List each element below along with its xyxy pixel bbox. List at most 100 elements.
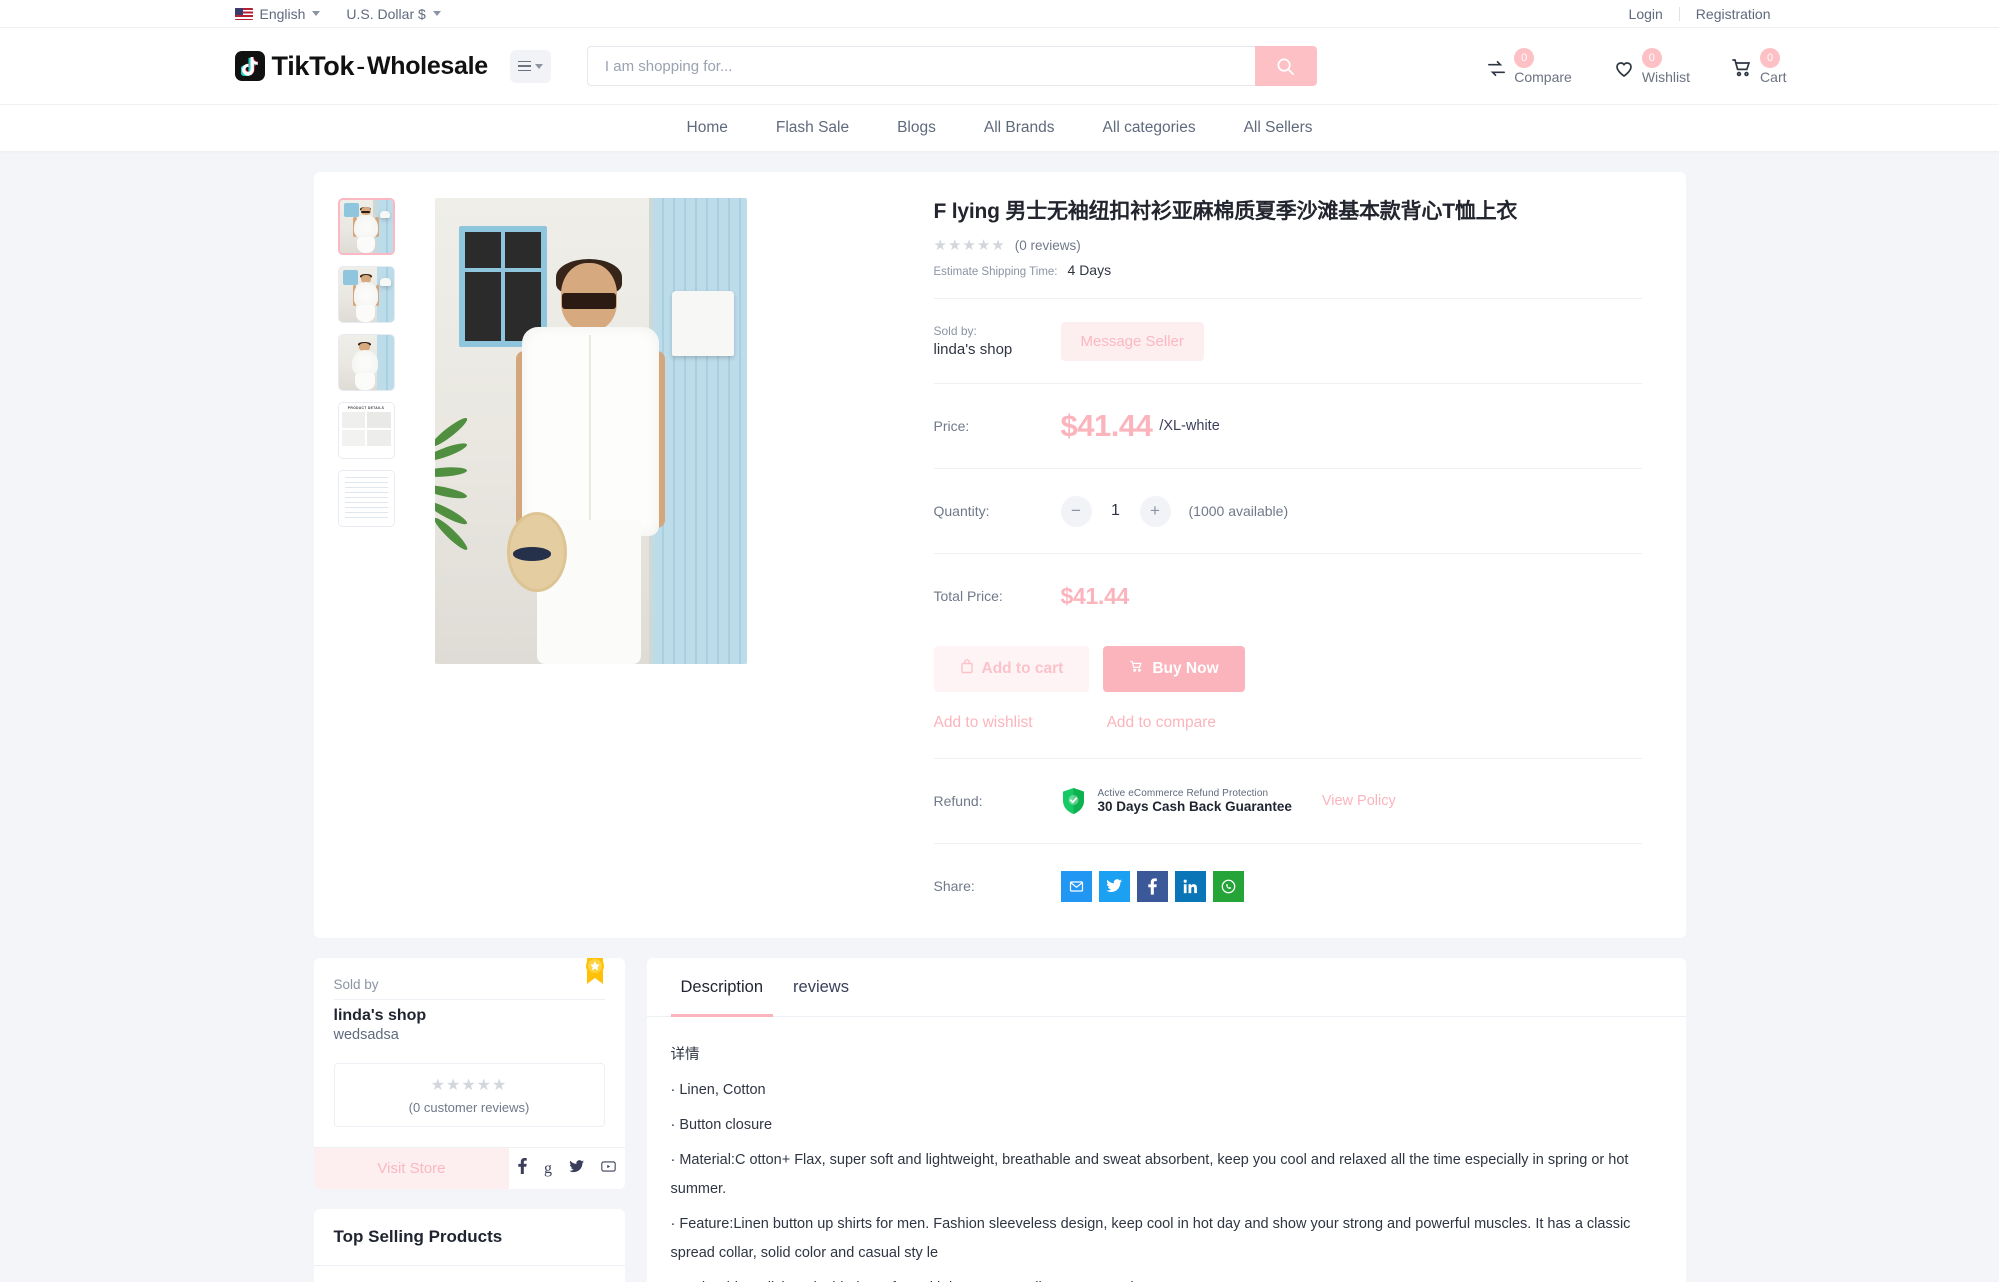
share-email-button[interactable] [1060,870,1092,902]
divider [933,468,1642,470]
divider [933,758,1642,760]
search-input[interactable] [586,46,1255,86]
logo-text-main: TikTok [271,50,355,81]
quantity-decrease-button[interactable]: − [1060,495,1092,527]
seller-card-name[interactable]: linda's shop [334,1007,605,1025]
login-link[interactable]: Login [1613,6,1679,22]
compare-label: Compare [1514,68,1572,85]
refund-badge: Active eCommerce Refund Protection 30 Da… [1061,787,1396,815]
quantity-increase-button[interactable]: + [1139,495,1171,527]
facebook-icon[interactable] [518,1158,527,1179]
wishlist-label: Wishlist [1641,68,1691,85]
twitter-icon[interactable] [568,1159,584,1178]
shipping-estimate: Estimate Shipping Time: 4 Days [934,262,1642,278]
google-icon[interactable]: g [544,1160,552,1178]
product-main-image[interactable] [434,198,747,664]
seller-name[interactable]: linda's shop [934,341,1061,358]
share-linkedin-button[interactable] [1174,870,1206,902]
seller-rating-box: ★★★★★ (0 customer reviews) [333,1063,605,1128]
chevron-down-icon [534,63,543,69]
nav-item-home[interactable]: Home [663,119,752,137]
thumbnail-model-back[interactable] [337,334,395,391]
site-logo[interactable]: TikTok - Wholesale [234,50,488,82]
price-label: Price: [933,418,970,435]
nav-item-all-sellers[interactable]: All Sellers [1220,119,1337,137]
heart-icon [1612,56,1636,85]
secondary-links: Add to wishlist Add to compare [934,714,1642,732]
price-variant: /XL-white [1159,418,1220,435]
product-rating: ★★★★★ (0 reviews) [934,236,1642,254]
seller-reviews-count: (0 customer reviews) [408,1100,530,1116]
nav-item-blogs[interactable]: Blogs [873,119,960,137]
refund-label: Refund: [933,793,983,810]
add-to-cart-button[interactable]: Add to cart [933,646,1090,693]
visit-store-button[interactable]: Visit Store [313,1148,510,1190]
header-actions: 0 Compare 0 Wishlist 0 Cart [1485,47,1787,85]
currency-label: U.S. Dollar $ [346,5,426,22]
compare-count-badge: 0 [1514,47,1535,68]
hamburger-icon [517,60,531,72]
shield-check-icon [1061,787,1086,815]
seller-card-footer: Visit Store g [313,1147,625,1190]
sold-by-label: Sold by: [933,324,977,339]
nav-item-flash-sale[interactable]: Flash Sale [752,119,873,137]
add-to-compare-link[interactable]: Add to compare [1107,714,1216,732]
thumbnail-size-chart[interactable] [337,470,395,527]
share-twitter-button[interactable] [1098,870,1130,902]
description-paragraph: · Feature:Linen button up shirts for men… [670,1216,1631,1262]
reviews-count: (0 reviews) [1014,237,1081,253]
category-menu-button[interactable] [509,49,551,83]
search-button[interactable] [1254,46,1317,86]
quantity-value[interactable]: 1 [1092,502,1140,520]
seller-sold-by-label: Sold by [333,977,605,1001]
quantity-row: Quantity: − 1 + (1000 available) [934,489,1642,533]
logo-text-suffix: Wholesale [366,51,488,80]
seller-card-subtitle: wedsadsa [333,1027,399,1044]
description-content: 详情 · Linen, Cotton · Button closure · Ma… [647,1017,1686,1282]
us-flag-icon [234,7,253,20]
top-selling-products: Top Selling Products 10000个虎牙金豆 皇冠信誉 官方直… [313,1209,625,1282]
tab-description[interactable]: Description [670,958,774,1018]
shipping-value: 4 Days [1067,262,1112,279]
total-price-value: $41.44 [1060,582,1130,609]
add-to-wishlist-link[interactable]: Add to wishlist [934,714,1033,732]
cart-icon [1129,659,1144,679]
compare-button[interactable]: 0 Compare [1485,47,1572,85]
tab-reviews[interactable]: reviews [783,958,859,1017]
refund-guarantee-line: 30 Days Cash Back Guarantee [1097,799,1292,815]
buy-now-button[interactable]: Buy Now [1103,646,1245,693]
wishlist-button[interactable]: 0 Wishlist [1612,47,1691,85]
site-header: TikTok - Wholesale I am shopping for... … [0,28,1999,104]
product-gallery: PRODUCT DETAILS [337,198,898,908]
registration-link[interactable]: Registration [1680,6,1787,22]
description-paragraph: · Button closure [670,1117,773,1134]
nav-item-all-brands[interactable]: All Brands [960,119,1079,137]
share-row: Share: [934,864,1642,908]
view-policy-link[interactable]: View Policy [1322,793,1396,809]
seller-social-links: g [509,1148,624,1189]
currency-selector[interactable]: U.S. Dollar $ [346,5,441,22]
left-sidebar: Sold by linda's shop wedsadsa ★★★★★ (0 c… [313,958,625,1282]
youtube-icon[interactable] [601,1160,616,1178]
description-paragraph: · Linen, Cotton [670,1082,766,1099]
thumbnail-product-details[interactable]: PRODUCT DETAILS [337,402,395,459]
thumbnail-model-front-alt[interactable] [337,266,395,323]
language-selector[interactable]: English [234,6,321,22]
sold-by-row: Sold by: linda's shop Message Seller [934,319,1642,363]
list-item[interactable]: 10000个虎牙金豆 皇冠信誉 官方直冲 在线秒冲 安全快捷 支持花呗 Gift… [314,1266,625,1282]
page-title: F lying 男士无袖纽扣衬衫亚麻棉质夏季沙滩基本款背心T恤上衣 [933,200,1518,223]
seller-card: Sold by linda's shop wedsadsa ★★★★★ (0 c… [313,958,625,1190]
description-paragraph: Match: This stylish tank shirt is perfec… [671,1274,1662,1282]
compare-icon [1485,57,1508,85]
share-whatsapp-button[interactable] [1212,870,1244,902]
share-facebook-button[interactable] [1136,870,1168,902]
refund-protection-line: Active eCommerce Refund Protection [1097,788,1269,800]
nav-item-all-categories[interactable]: All categories [1079,119,1220,137]
message-seller-button[interactable]: Message Seller [1060,321,1204,361]
cart-label: Cart [1760,68,1787,85]
bag-icon [960,659,974,679]
wishlist-count-badge: 0 [1641,47,1662,68]
chevron-down-icon [312,11,321,16]
cart-button[interactable]: 0 Cart [1730,47,1787,85]
thumbnail-model-front[interactable] [337,198,395,255]
